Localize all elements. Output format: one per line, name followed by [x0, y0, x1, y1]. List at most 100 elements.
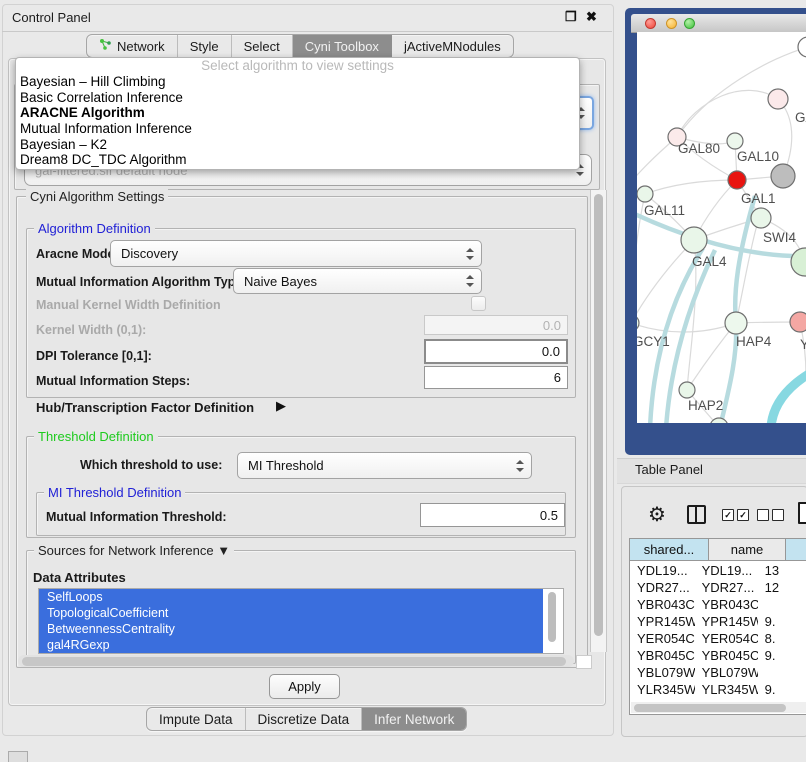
mi-type-label: Mutual Information Algorithm Type: [36, 275, 246, 289]
column-header-a[interactable]: A [786, 539, 806, 561]
kernel-width-field: 0.0 [424, 315, 568, 335]
network-node[interactable] [679, 382, 695, 398]
network-node[interactable] [790, 312, 806, 332]
apply-button[interactable]: Apply [269, 674, 340, 699]
table-horizontal-scrollbar[interactable] [631, 702, 806, 713]
hub-expand-arrow-icon[interactable]: ▶ [276, 398, 286, 414]
table-row[interactable]: YBR043CYBR043C [630, 596, 806, 613]
table-panel-title: Table Panel [635, 462, 703, 477]
settings-vertical-scrollbar-thumb[interactable] [594, 194, 603, 636]
algorithm-option[interactable]: Mutual Information Inference [16, 121, 579, 137]
tab-discretize-data[interactable]: Discretize Data [246, 708, 363, 730]
network-node[interactable] [710, 418, 728, 423]
node-attribute-table[interactable]: shared...nameA YDL19...YDL19...13YDR27..… [629, 538, 806, 715]
table-row[interactable]: YBL079WYBL079W [630, 664, 806, 681]
aracne-mode-combo[interactable]: Discovery [110, 240, 482, 267]
table-row[interactable]: YPR145WYPR145W9. [630, 613, 806, 630]
table-cell: YLR345W [695, 681, 758, 698]
settings-vertical-scrollbar[interactable] [590, 190, 607, 652]
unchecked-boxes-icon[interactable] [757, 509, 784, 521]
sources-collapse-arrow-icon[interactable]: ▼ [217, 543, 230, 558]
table-cell: YBR043C [630, 596, 695, 613]
data-attributes-list[interactable]: SelfLoopsTopologicalCoefficientBetweenne… [38, 588, 564, 654]
table-row[interactable]: YER054CYER054C8. [630, 630, 806, 647]
combo-arrows-icon [465, 275, 474, 287]
table-horizontal-scrollbar-thumb[interactable] [634, 704, 786, 712]
tab-select[interactable]: Select [232, 35, 293, 57]
table-row[interactable]: YDL19...YDL19...13 [630, 562, 806, 579]
tab-infer-network[interactable]: Infer Network [362, 708, 466, 730]
node-label-gal1: GAL1 [741, 191, 776, 206]
close-window-icon[interactable]: ✖ [586, 10, 597, 24]
collapsed-panel-icon[interactable] [8, 751, 28, 762]
settings-horizontal-scrollbar[interactable] [18, 655, 574, 667]
algorithm-option[interactable]: Dream8 DC_TDC Algorithm [16, 152, 579, 168]
tab-style[interactable]: Style [178, 35, 232, 57]
mi-threshold-group-title: MI Threshold Definition [44, 485, 185, 500]
split-columns-icon[interactable] [687, 505, 706, 524]
network-node[interactable] [637, 315, 639, 331]
data-attribute-item[interactable]: BetweennessCentrality [39, 621, 543, 637]
table-row[interactable]: YDR27...YDR27...12 [630, 579, 806, 596]
data-attribute-item[interactable]: gal4RGexp [39, 637, 543, 653]
table-cell: YLR345W [630, 681, 695, 698]
network-node[interactable] [637, 186, 653, 202]
mi-type-value: Naive Bayes [244, 269, 317, 293]
gear-icon[interactable]: ⚙ [648, 502, 666, 527]
table-row[interactable]: YBR045CYBR045C9. [630, 647, 806, 664]
network-canvas[interactable]: GALGAL80GAL10GAL1GAL11SWI4GAL4GCY1HAP4YH… [637, 32, 806, 423]
file-icon[interactable] [798, 502, 806, 524]
network-node[interactable] [768, 89, 788, 109]
node-label-swi4: SWI4 [763, 230, 796, 245]
mi-type-combo[interactable]: Naive Bayes [233, 268, 482, 294]
minimize-traffic-light-icon[interactable] [666, 18, 677, 29]
network-node[interactable] [681, 227, 707, 253]
network-node[interactable] [725, 312, 747, 334]
algorithm-option[interactable]: Basic Correlation Inference [16, 90, 579, 106]
attributes-scrollbar-thumb[interactable] [548, 592, 556, 642]
column-header-name[interactable]: name [709, 539, 786, 561]
algorithm-dropdown-placeholder: Select algorithm to view settings [16, 58, 579, 74]
table-cell: 9. [758, 681, 806, 698]
aracne-mode-value: Discovery [121, 241, 178, 266]
float-window-icon[interactable]: ❐ [565, 10, 577, 24]
mi-threshold-field[interactable]: 0.5 [420, 503, 565, 527]
table-cell: 9. [758, 647, 806, 664]
tab-network[interactable]: Network [87, 35, 178, 57]
network-node[interactable] [798, 37, 806, 57]
tab-impute-data[interactable]: Impute Data [147, 708, 246, 730]
zoom-traffic-light-icon[interactable] [684, 18, 695, 29]
network-node[interactable] [771, 164, 795, 188]
close-traffic-light-icon[interactable] [645, 18, 656, 29]
table-cell: YBL079W [695, 664, 758, 681]
settings-horizontal-scrollbar-thumb[interactable] [22, 657, 566, 666]
which-threshold-combo[interactable]: MI Threshold [237, 452, 532, 479]
algorithm-option[interactable]: Bayesian – K2 [16, 137, 579, 153]
algorithm-dropdown-popup: Select algorithm to view settings Bayesi… [15, 57, 580, 170]
kernel-width-label: Kernel Width (0,1): [36, 323, 146, 337]
manual-kernel-checkbox[interactable] [471, 296, 486, 311]
network-node[interactable] [728, 171, 746, 189]
network-node[interactable] [751, 208, 771, 228]
hub-definition-label[interactable]: Hub/Transcription Factor Definition [36, 400, 254, 415]
threshold-definition-title: Threshold Definition [34, 429, 158, 444]
data-attribute-item[interactable]: SelfLoops [39, 589, 543, 605]
network-node[interactable] [791, 248, 806, 276]
table-cell [758, 596, 806, 613]
sources-group-title[interactable]: Sources for Network Inference ▼ [34, 543, 234, 558]
tab-cyni-toolbox[interactable]: Cyni Toolbox [293, 35, 392, 57]
network-view-titlebar[interactable] [631, 14, 806, 33]
data-attribute-item[interactable]: TopologicalCoefficient [39, 605, 543, 621]
tab-jactivemnodules[interactable]: jActiveMNodules [392, 35, 513, 57]
scrollbar-corner [576, 655, 592, 669]
algorithm-option[interactable]: Bayesian – Hill Climbing [16, 74, 579, 90]
algorithm-option[interactable]: ARACNE Algorithm [16, 105, 579, 121]
dpi-tolerance-field[interactable]: 0.0 [424, 339, 568, 364]
column-header-shared[interactable]: shared... [630, 539, 709, 561]
network-node[interactable] [727, 133, 743, 149]
checked-boxes-icon[interactable]: ✓✓ [722, 509, 749, 521]
table-row[interactable]: YLR345WYLR345W9. [630, 681, 806, 698]
which-threshold-value: MI Threshold [248, 453, 324, 478]
mi-steps-field[interactable]: 6 [424, 366, 568, 389]
table-cell: YPR145W [630, 613, 695, 630]
